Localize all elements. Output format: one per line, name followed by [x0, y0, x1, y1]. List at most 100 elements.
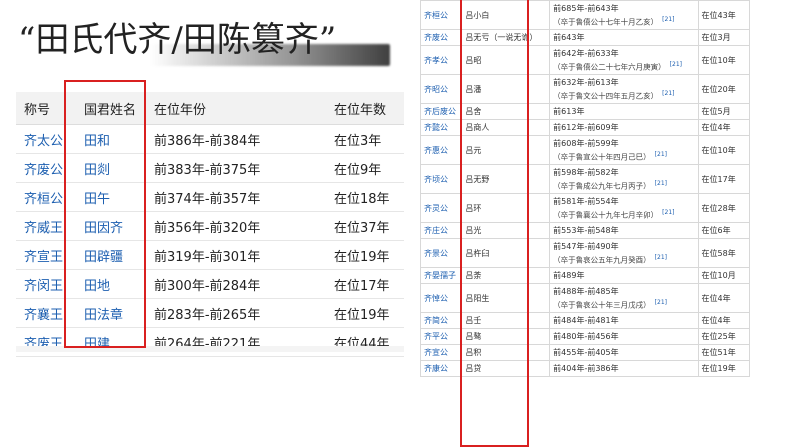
- reign-years-text: 前608年-前599年: [553, 138, 619, 148]
- reign-years-cell: 前553年-前548年: [549, 222, 699, 239]
- reign-years-text: 前489年: [553, 271, 585, 280]
- reign-years-text: 前484年-前481年: [553, 316, 619, 325]
- reign-years-cell: 前598年-前582年 （卒于鲁成公九年七月丙子） [21]: [549, 164, 699, 194]
- reign-length-cell: 在位44年: [324, 327, 404, 357]
- reign-years-cell: 前319年-前301年: [144, 240, 324, 270]
- citation-link[interactable]: [21]: [655, 151, 667, 158]
- ruler-title-link[interactable]: 齐平公: [420, 328, 463, 345]
- reign-length-cell: 在位28年: [697, 193, 750, 223]
- ruler-title-link[interactable]: 齐康公: [420, 360, 463, 377]
- reign-length-cell: 在位10年: [697, 135, 750, 165]
- reign-years-cell: 前374年-前357年: [144, 182, 324, 212]
- death-note-text: （卒于鲁成公九年七月丙子）: [553, 181, 651, 191]
- ruler-title-link[interactable]: 齐顷公: [420, 164, 463, 194]
- ruler-title-link[interactable]: 齐悼公: [420, 283, 463, 313]
- reign-years-text: 前598年-前582年: [553, 167, 619, 177]
- ruler-title-link[interactable]: 齐宣公: [420, 344, 463, 361]
- reign-years-text: 前685年-前643年: [553, 3, 619, 13]
- reign-years-text: 前581年-前554年: [553, 196, 619, 206]
- reign-years-cell: 前484年-前481年: [549, 312, 699, 329]
- reign-years-cell: 前404年-前386年: [549, 360, 699, 377]
- reign-length-cell: 在位19年: [324, 240, 404, 270]
- reign-length-cell: 在位19年: [324, 298, 404, 328]
- reign-length-cell: 在位43年: [697, 0, 750, 30]
- ruler-title-link[interactable]: 齐昭公: [420, 74, 463, 104]
- reign-length-cell: 在位17年: [697, 164, 750, 194]
- reign-years-cell: 前356年-前320年: [144, 211, 324, 241]
- citation-link[interactable]: [21]: [670, 61, 682, 68]
- citation-link[interactable]: [21]: [662, 209, 674, 216]
- ruler-title-link[interactable]: 齐后废公: [420, 103, 463, 120]
- reign-years-text: 前547年-前490年: [553, 241, 619, 251]
- highlight-box-ruler-names: [64, 80, 146, 348]
- ruler-title-link[interactable]: 齐惠公: [420, 135, 463, 165]
- reign-length-cell: 在位3年: [324, 124, 404, 154]
- reign-years-cell: 前642年-前633年 （卒于鲁僖公二十七年六月庚寅） [21]: [549, 45, 699, 75]
- reign-years-text: 前455年-前405年: [553, 348, 619, 357]
- reign-years-cell: 前632年-前613年 （卒于鲁文公十四年五月乙亥） [21]: [549, 74, 699, 104]
- reign-length-cell: 在位6年: [697, 222, 750, 239]
- reign-length-cell: 在位17年: [324, 269, 404, 299]
- reign-length-cell: 在位10月: [697, 267, 750, 284]
- reign-length-cell: 在位37年: [324, 211, 404, 241]
- reign-length-cell: 在位4年: [697, 119, 750, 136]
- ruler-title-link[interactable]: 齐晏孺子: [420, 267, 463, 284]
- reign-length-cell: 在位3月: [697, 29, 750, 46]
- citation-link[interactable]: [21]: [655, 180, 667, 187]
- reign-years-cell: 前455年-前405年: [549, 344, 699, 361]
- reign-years-text: 前404年-前386年: [553, 364, 619, 373]
- death-note-text: （卒于鲁襄公十九年七月辛卯）: [553, 210, 659, 220]
- death-note: （卒于鲁襄公十九年七月辛卯） [21]: [553, 209, 694, 221]
- death-note: （卒于鲁哀公十年三月戊戌） [21]: [553, 299, 694, 311]
- citation-link[interactable]: [21]: [655, 254, 667, 261]
- death-note-text: （卒于鲁僖公十七年十月乙亥）: [553, 17, 659, 27]
- death-note-text: （卒于鲁哀公五年九月癸酉）: [553, 255, 651, 265]
- reign-years-cell: 前264年-前221年: [144, 327, 324, 357]
- slide-title: “田氏代齐/田陈篡齐”: [18, 20, 337, 60]
- reign-years-text: 前480年-前456年: [553, 332, 619, 341]
- reign-length-cell: 在位9年: [324, 153, 404, 183]
- ruler-title-link[interactable]: 齐庄公: [420, 222, 463, 239]
- highlight-box-lu-names: [460, 0, 529, 447]
- reign-length-cell: 在位58年: [697, 238, 750, 268]
- ruler-title-link[interactable]: 齐灵公: [420, 193, 463, 223]
- reign-years-cell: 前480年-前456年: [549, 328, 699, 345]
- citation-link[interactable]: [21]: [662, 16, 674, 23]
- death-note: （卒于鲁成公九年七月丙子） [21]: [553, 180, 694, 192]
- ruler-title-link[interactable]: 齐简公: [420, 312, 463, 329]
- reign-years-cell: 前612年-前609年: [549, 119, 699, 136]
- ruler-title-link[interactable]: 齐桓公: [420, 0, 463, 30]
- death-note-text: （卒于鲁僖公二十七年六月庚寅）: [553, 62, 666, 72]
- death-note: （卒于鲁宣公十年四月己巳） [21]: [553, 151, 694, 163]
- reign-years-text: 前488年-前485年: [553, 286, 619, 296]
- reign-years-text: 前553年-前548年: [553, 226, 619, 235]
- citation-link[interactable]: [21]: [655, 299, 667, 306]
- reign-length-cell: 在位20年: [697, 74, 750, 104]
- death-note: （卒于鲁文公十四年五月乙亥） [21]: [553, 90, 694, 102]
- death-note-text: （卒于鲁哀公十年三月戊戌）: [553, 300, 651, 310]
- reign-years-text: 前613年: [553, 107, 585, 116]
- death-note: （卒于鲁僖公十七年十月乙亥） [21]: [553, 16, 694, 28]
- reign-length-cell: 在位19年: [697, 360, 750, 377]
- reign-years-text: 前643年: [553, 33, 585, 42]
- reign-years-cell: 前547年-前490年 （卒于鲁哀公五年九月癸酉） [21]: [549, 238, 699, 268]
- reign-length-cell: 在位18年: [324, 182, 404, 212]
- reign-years-cell: 前283年-前265年: [144, 298, 324, 328]
- citation-link[interactable]: [21]: [662, 90, 674, 97]
- reign-years-cell: 前489年: [549, 267, 699, 284]
- ruler-title-link[interactable]: 齐废公: [420, 29, 463, 46]
- death-note: （卒于鲁僖公二十七年六月庚寅） [21]: [553, 61, 694, 73]
- reign-years-cell: 前488年-前485年 （卒于鲁哀公十年三月戊戌） [21]: [549, 283, 699, 313]
- death-note: （卒于鲁哀公五年九月癸酉） [21]: [553, 254, 694, 266]
- reign-years-cell: 前383年-前375年: [144, 153, 324, 183]
- reign-length-cell: 在位4年: [697, 312, 750, 329]
- reign-years-text: 前632年-前613年: [553, 77, 619, 87]
- reign-years-cell: 前300年-前284年: [144, 269, 324, 299]
- ruler-title-link[interactable]: 齐懿公: [420, 119, 463, 136]
- ruler-title-link[interactable]: 齐景公: [420, 238, 463, 268]
- reign-years-cell: 前613年: [549, 103, 699, 120]
- reign-length-cell: 在位25年: [697, 328, 750, 345]
- death-note-text: （卒于鲁文公十四年五月乙亥）: [553, 91, 659, 101]
- column-header: 在位年份: [144, 92, 324, 125]
- ruler-title-link[interactable]: 齐孝公: [420, 45, 463, 75]
